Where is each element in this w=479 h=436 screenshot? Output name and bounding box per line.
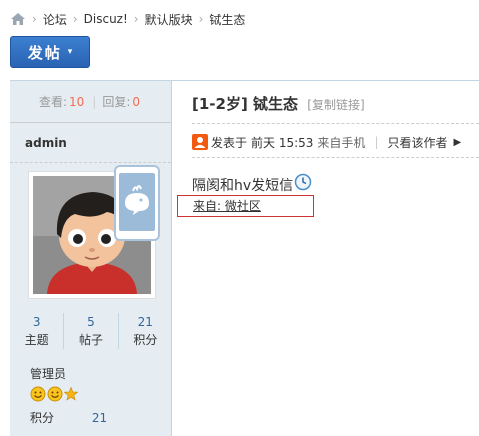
meta-divider: | [374,135,379,149]
mobile-source-link[interactable]: 来自: 微社区 [193,197,261,214]
post-time: 前天 15:53 [251,135,314,150]
post-main: [1-2岁] 铽生态 [复制链接] 发表于 前天 15:53 来自手机 | 只看… [173,81,479,436]
post-content: 隔阂和hv发短信 [192,173,312,195]
views-label: 查看: [38,95,68,109]
title-divider [192,123,479,124]
meta-divider-line [192,157,479,158]
replies-count: 0 [132,94,141,109]
chevron-right-icon: › [133,12,139,26]
count-label: 积分 [133,333,158,347]
user-level-icons [30,386,79,405]
stats-divider: | [92,94,97,109]
user-role[interactable]: 管理员 [30,365,66,382]
count-value: 5 [87,315,95,329]
chevron-right-icon: › [72,12,78,26]
post-frame: 查看: 10 | 回复: 0 admin 3 主题 5 帖子 21 积分 管理员… [10,80,479,436]
clock-icon [294,173,312,191]
count-posts[interactable]: 5 帖子 [64,313,119,349]
count-label: 帖子 [78,333,103,347]
online-status-icon [192,134,208,150]
count-value: 3 [32,315,41,329]
smiley-icon [47,386,63,405]
views-count: 10 [69,94,85,109]
chevron-right-icon: › [32,12,37,26]
thread-stats: 查看: 10 | 回复: 0 [10,81,171,123]
count-value: 21 [137,315,153,329]
post-meta: 发表于 前天 15:53 来自手机 | 只看该作者 ▶ [192,133,461,151]
breadcrumb-item-default-board[interactable]: 默认版块 [145,11,193,28]
points-value[interactable]: 21 [92,411,107,425]
star-icon [63,386,79,405]
breadcrumb-item-current[interactable]: 铽生态 [209,11,245,28]
copy-link-button[interactable]: [复制链接] [307,98,364,112]
breadcrumb-item-discuz[interactable]: Discuz! [84,12,128,26]
breadcrumb: › 论坛 › Discuz! › 默认版块 › 铽生态 [10,9,245,29]
from-mobile: 来自手机 [317,135,366,150]
user-points: 积分 21 [30,409,150,426]
post-text: 隔阂和hv发短信 [192,178,294,194]
chevron-down-icon: ▾ [67,47,73,57]
author-name[interactable]: admin [10,123,171,163]
home-icon[interactable] [10,12,26,26]
mobile-phone-icon [114,165,160,241]
new-post-label: 发帖 [27,43,62,62]
count-label: 主题 [24,333,49,347]
breadcrumb-item-forum[interactable]: 论坛 [43,11,67,28]
triangle-right-icon[interactable]: ▶ [454,137,462,148]
author-sidebar: 查看: 10 | 回复: 0 admin 3 主题 5 帖子 21 积分 管理员… [10,81,172,436]
thread-title-row: [1-2岁] 铽生态 [复制链接] [192,93,365,114]
posted-prefix: 发表于 [211,135,248,150]
count-threads[interactable]: 3 主题 [10,313,65,349]
only-author-link[interactable]: 只看该作者 [387,134,447,151]
count-points[interactable]: 21 积分 [119,313,172,349]
replies-label: 回复: [102,95,131,109]
user-counts: 3 主题 5 帖子 21 积分 [10,313,172,349]
points-label: 积分 [30,411,55,425]
thread-title: [1-2岁] 铽生态 [192,95,299,113]
new-post-button[interactable]: 发帖 ▾ [10,36,90,68]
smiley-icon [30,386,46,405]
chevron-right-icon: › [198,12,204,26]
